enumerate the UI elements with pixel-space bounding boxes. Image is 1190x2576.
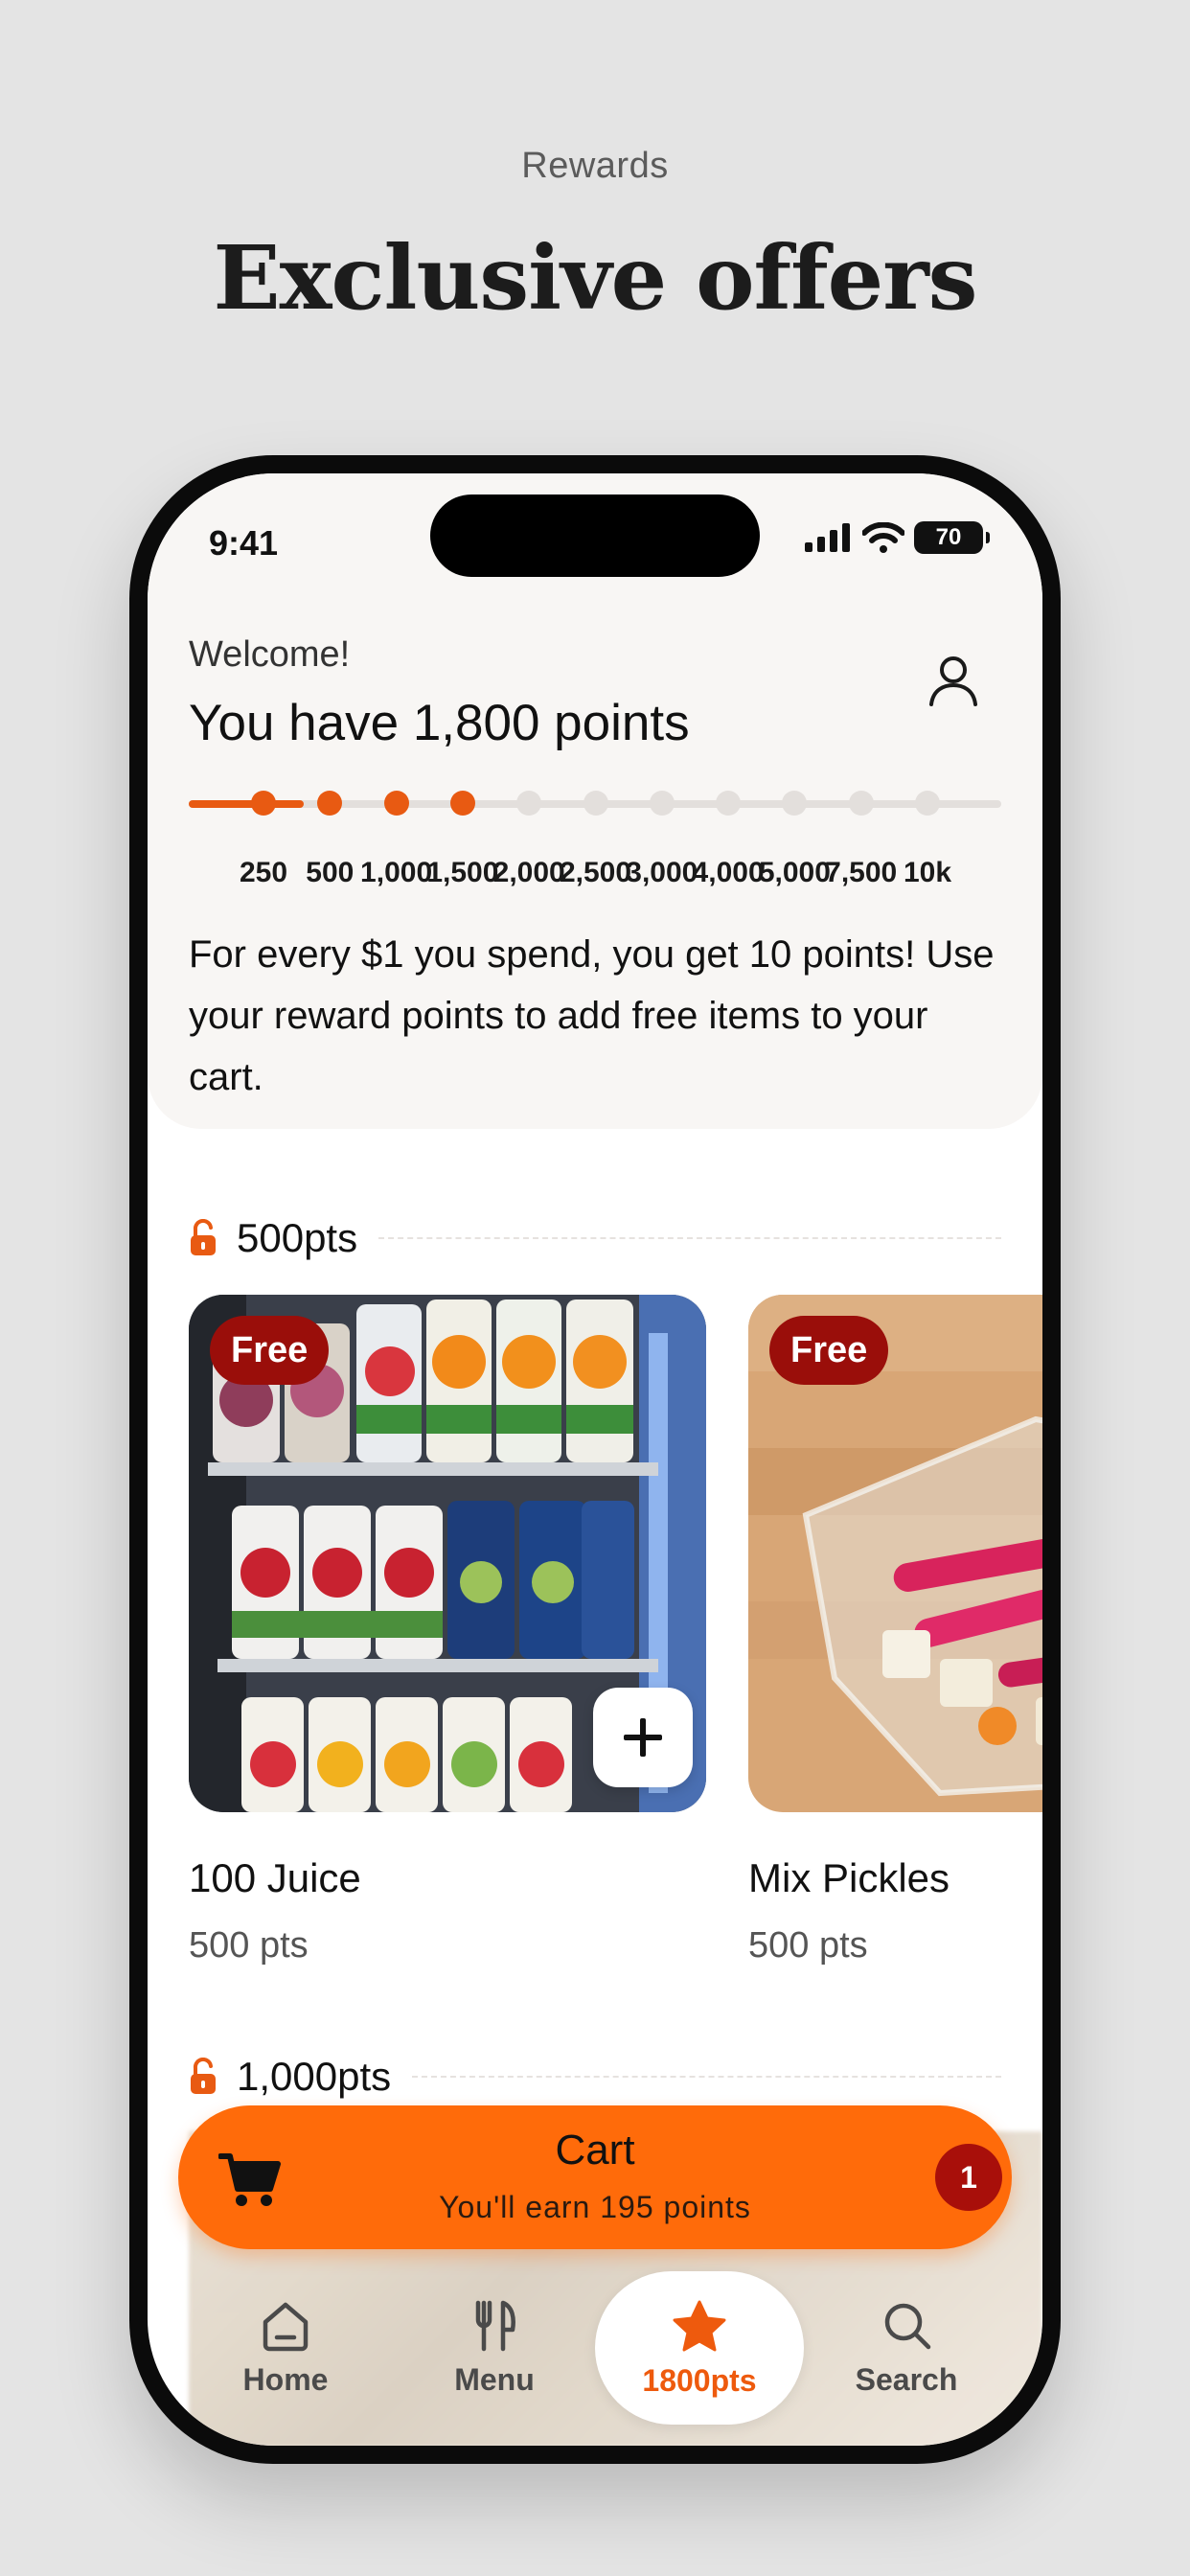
utensils-icon <box>475 2300 515 2351</box>
progress-fill <box>189 800 304 808</box>
progress-tick-label: 2,500 <box>559 857 632 888</box>
cart-title: Cart <box>555 2127 635 2174</box>
progress-tick-label: 1,500 <box>426 857 499 888</box>
progress-tick-label: 250 <box>239 857 288 888</box>
product-image-juice: Free <box>189 1295 706 1812</box>
progress-tick-label: 1,000 <box>360 857 433 888</box>
progress-tick-label: 2,000 <box>492 857 565 888</box>
user-icon <box>929 656 977 706</box>
tab-search[interactable]: Search <box>811 2271 1002 2425</box>
progress-milestone-dot <box>848 791 874 816</box>
progress-tick-label: 4,000 <box>692 857 765 888</box>
points-info-text: For every $1 you spend, you get 10 point… <box>189 933 995 1098</box>
section-header-500: 500pts <box>189 1215 1001 1261</box>
tab-label: Menu <box>454 2361 535 2397</box>
progress-tick-label: 3,000 <box>626 857 698 888</box>
tab-label: Search <box>855 2361 958 2397</box>
dynamic-island <box>430 494 760 577</box>
signal-icon <box>805 523 850 552</box>
product-name: Mix Pickles <box>748 1855 950 1900</box>
section-divider <box>378 1237 1001 1239</box>
progress-milestone-dot <box>782 791 808 816</box>
points-header: 9:41 70 Welcome! You have 1,800 points 2… <box>148 473 1042 1129</box>
unlock-icon <box>191 1219 216 1255</box>
bottom-tab-bar: Home Menu 1800pts Search <box>148 2271 1042 2446</box>
battery-indicator: 70 <box>914 521 990 554</box>
promo-kicker: Rewards <box>521 146 669 186</box>
profile-button[interactable] <box>924 651 983 710</box>
product-points: 500 pts <box>189 1925 309 1966</box>
progress-tick-label: 500 <box>306 857 355 888</box>
cart-count-badge: 1 <box>935 2144 1002 2211</box>
battery-level: 70 <box>935 524 962 550</box>
section-divider <box>412 2076 1001 2078</box>
progress-tick-label: 5,000 <box>758 857 831 888</box>
plus-icon <box>624 1718 662 1757</box>
section-label: 1,000pts <box>237 2054 392 2099</box>
add-to-cart-button[interactable] <box>593 1688 693 1787</box>
tab-label: Home <box>242 2361 329 2397</box>
promo-title: Exclusive offers <box>213 226 978 330</box>
progress-tick-label: 7,500 <box>825 857 898 888</box>
cart-button[interactable]: Cart You'll earn 195 points 1 <box>178 2105 1012 2249</box>
app-screen: 9:41 70 Welcome! You have 1,800 points 2… <box>148 473 1042 2446</box>
progress-milestone-dot <box>716 791 742 816</box>
tab-home[interactable]: Home <box>190 2271 381 2425</box>
star-icon <box>673 2300 726 2351</box>
phone-frame: 9:41 70 Welcome! You have 1,800 points 2… <box>129 455 1061 2464</box>
progress-tick-label: 10k <box>903 857 952 888</box>
cart-earn-text: You'll earn 195 points <box>439 2190 751 2224</box>
unlock-icon <box>191 2058 216 2094</box>
tab-rewards[interactable]: 1800pts <box>595 2271 804 2425</box>
progress-milestone-dot <box>251 791 276 816</box>
progress-milestone-dot <box>649 791 675 816</box>
home-icon <box>263 2302 309 2351</box>
status-icons: 70 <box>805 521 990 554</box>
progress-milestone-dot <box>449 791 475 816</box>
product-points: 500 pts <box>748 1925 868 1966</box>
free-badge: Free <box>769 1316 889 1385</box>
progress-milestone-dot <box>516 791 542 816</box>
free-badge: Free <box>210 1316 330 1385</box>
product-image-pickles: Free <box>748 1295 1042 1812</box>
section-header-1000: 1,000pts <box>189 2054 1001 2100</box>
search-icon <box>884 2303 931 2349</box>
welcome-text: Welcome! <box>189 634 351 675</box>
points-progress-bar <box>189 791 1001 816</box>
progress-milestone-dot <box>317 791 343 816</box>
progress-milestone-dot <box>583 791 608 816</box>
progress-milestone-dot <box>383 791 409 816</box>
tab-menu[interactable]: Menu <box>399 2271 590 2425</box>
progress-milestone-dot <box>915 791 940 816</box>
tab-label: 1800pts <box>642 2362 757 2398</box>
points-title: You have 1,800 points <box>189 695 690 751</box>
status-time: 9:41 <box>209 523 279 563</box>
wifi-icon <box>862 522 904 553</box>
product-name: 100 Juice <box>189 1855 361 1900</box>
section-label: 500pts <box>237 1215 358 1260</box>
